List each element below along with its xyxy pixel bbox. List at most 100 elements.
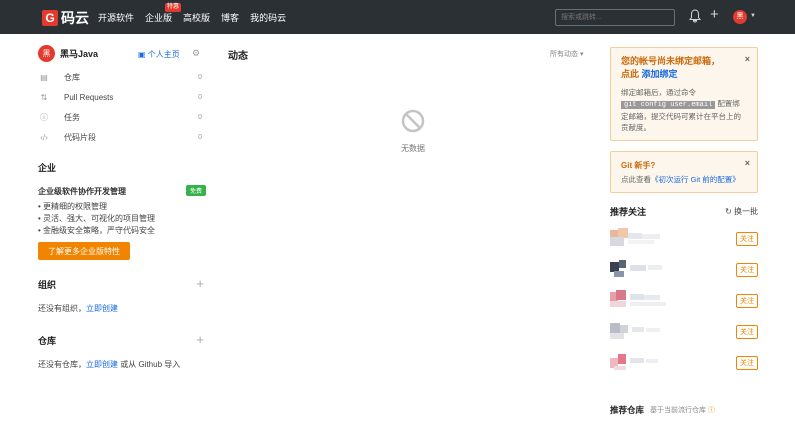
right-panel: × 您的帐号尚未绑定邮箱， 点此 添加绑定 绑定邮箱后，通过命令 git con… — [610, 47, 758, 379]
nav-item-university[interactable]: 高校版 — [183, 11, 210, 24]
git-command-code: git config user.email — [621, 101, 716, 109]
recommend-repos-header: 推荐仓库 基于当前流行仓库 ⓘ — [610, 404, 715, 416]
homepage-label: 个人主页 — [147, 50, 180, 59]
nav-item-blog[interactable]: 博客 — [221, 11, 239, 24]
issue-icon: ⓘ — [40, 112, 48, 122]
activity-title: 动态 — [228, 51, 248, 62]
follow-button[interactable]: 关注 — [736, 325, 758, 339]
close-icon[interactable]: × — [745, 158, 750, 168]
org-empty-prefix: 还没有组织， — [38, 304, 86, 313]
sidebar-item-issues[interactable]: ⓘ 任务 0 — [38, 107, 206, 127]
repo-title: 仓库 — [38, 336, 57, 346]
plus-icon[interactable]: + — [710, 7, 719, 23]
avatar[interactable]: 黑 — [38, 44, 55, 62]
org-title: 组织 — [38, 280, 57, 290]
count-badge: 0 — [198, 133, 202, 141]
close-icon[interactable]: × — [745, 54, 750, 64]
repo-empty-prefix: 还没有仓库， — [38, 360, 86, 369]
learn-enterprise-button[interactable]: 了解更多企业版特性 — [38, 242, 130, 260]
enterprise-section-title: 企业 — [38, 163, 57, 173]
feature-item: • 更精细的权限管理 — [38, 202, 108, 211]
import-github-text[interactable]: 或从 Github 导入 — [118, 360, 180, 369]
refresh-label: 换一批 — [734, 207, 758, 216]
git-notice-body: 点此查看《初次运行 Git 前的配置》 — [621, 174, 747, 185]
user-avatar-top[interactable]: 黑 — [733, 10, 747, 24]
list-item: 关注 — [610, 317, 758, 348]
chevron-down-icon[interactable]: ▼ — [750, 13, 756, 19]
sidebar-item-snippets[interactable]: ‹/› 代码片段 0 — [38, 127, 206, 147]
list-item: 关注 — [610, 255, 758, 286]
git-newbie-notice: × Git 新手? 点此查看《初次运行 Git 前的配置》 — [610, 151, 758, 193]
git-notice-title: Git 新手? — [621, 161, 656, 170]
follow-button[interactable]: 关注 — [736, 263, 758, 277]
refresh-icon: ↻ — [725, 207, 732, 216]
bell-icon[interactable] — [689, 9, 701, 27]
enterprise-features: • 更精细的权限管理 • 灵活、强大、可视化的项目管理 • 金融级安全策略，严守… — [38, 201, 206, 237]
feature-item: • 灵活、强大、可视化的项目管理 — [38, 214, 156, 223]
recommend-repos-subtitle: 基于当前流行仓库 — [650, 407, 707, 414]
homepage-link[interactable]: ▣ 个人主页 — [138, 49, 180, 60]
git-config-guide-link[interactable]: 《初次运行 Git 前的配置》 — [651, 175, 740, 184]
list-item: 关注 — [610, 348, 758, 379]
avatar[interactable] — [610, 352, 670, 372]
no-data-text: 无数据 — [401, 144, 425, 153]
repo-section-title: 仓库 + — [38, 332, 206, 347]
username[interactable]: 黑马Java — [60, 47, 98, 60]
left-sidebar: 黑 黑马Java ▣ 个人主页 ⚙ ▤ 仓库 0 ⇅ Pull Requests… — [38, 43, 206, 370]
promo-badge: 特惠 — [165, 3, 182, 12]
email-bind-notice: × 您的帐号尚未绑定邮箱， 点此 添加绑定 绑定邮箱后，通过命令 git con… — [610, 47, 758, 141]
avatar[interactable] — [610, 228, 670, 248]
nav-item-enterprise[interactable]: 企业版 特惠 — [145, 3, 182, 24]
free-badge: 免费 — [185, 185, 206, 196]
count-badge: 0 — [198, 73, 202, 81]
sidebar-item-repos[interactable]: ▤ 仓库 0 — [38, 67, 206, 87]
book-icon: ▤ — [40, 72, 48, 82]
avatar[interactable] — [610, 321, 670, 341]
follow-button[interactable]: 关注 — [736, 294, 758, 308]
main-nav: 开源软件 企业版 特惠 高校版 博客 我的码云 — [98, 3, 297, 24]
nav-item-enterprise-label: 企业版 — [145, 13, 173, 23]
code-icon: ‹/› — [40, 132, 48, 142]
org-section-title: 组织 + — [38, 276, 206, 291]
notice-body: 绑定邮箱后，通过命令 git config user.email 配置绑定邮箱，… — [621, 87, 747, 133]
activity-filter-dropdown[interactable]: 所有动态 ▾ — [550, 49, 583, 59]
create-org-link[interactable]: 立即创建 — [86, 304, 118, 313]
list-item: 关注 — [610, 224, 758, 255]
sidebar-item-pull-requests[interactable]: ⇅ Pull Requests 0 — [38, 87, 206, 107]
list-item: 关注 — [610, 286, 758, 317]
gear-icon[interactable]: ⚙ — [192, 48, 200, 59]
user-profile-row: 黑 黑马Java ▣ 个人主页 ⚙ — [38, 43, 206, 63]
add-repo-icon[interactable]: + — [196, 332, 204, 347]
create-repo-link[interactable]: 立即创建 — [86, 360, 118, 369]
help-icon[interactable]: ⓘ — [708, 405, 715, 415]
recommend-header: 推荐关注 ↻ 换一批 — [610, 205, 758, 218]
nav-item-open-source[interactable]: 开源软件 — [98, 11, 134, 24]
no-data-icon — [400, 108, 426, 134]
logo-text: 码云 — [61, 10, 89, 26]
add-org-icon[interactable]: + — [196, 276, 204, 291]
sidebar-item-label: 任务 — [64, 112, 80, 122]
avatar[interactable] — [610, 259, 670, 279]
org-empty-text: 还没有组织，立即创建 — [38, 303, 206, 314]
add-email-link[interactable]: 添加绑定 — [642, 69, 678, 79]
follow-button[interactable]: 关注 — [736, 356, 758, 370]
avatar[interactable] — [610, 290, 670, 310]
enterprise-subtitle-text: 企业级软件协作开发管理 — [38, 187, 126, 196]
recommend-title: 推荐关注 — [610, 207, 647, 217]
git-notice-prefix: 点此查看 — [621, 175, 651, 184]
feature-item: • 金融级安全策略，严守代码安全 — [38, 226, 156, 235]
notice-title-prefix: 点此 — [621, 69, 642, 79]
follow-button[interactable]: 关注 — [736, 232, 758, 246]
refresh-button[interactable]: ↻ 换一批 — [725, 206, 758, 217]
search-input[interactable] — [555, 9, 675, 26]
site-logo[interactable]: G 码云 — [42, 8, 89, 28]
enterprise-subtitle: 企业级软件协作开发管理 免费 — [38, 185, 206, 197]
logo-mark-icon: G — [42, 10, 58, 26]
nav-item-my-gitee[interactable]: 我的码云 — [250, 11, 286, 24]
recommend-repos-title: 推荐仓库 — [610, 405, 645, 415]
notice-title: 您的帐号尚未绑定邮箱， 点此 添加绑定 — [621, 55, 747, 81]
repo-empty-text: 还没有仓库，立即创建 或从 Github 导入 — [38, 359, 206, 370]
homepage-icon: ▣ — [138, 50, 146, 59]
sidebar-menu: ▤ 仓库 0 ⇅ Pull Requests 0 ⓘ 任务 0 ‹/› 代码片段… — [38, 67, 206, 147]
sidebar-item-label: 仓库 — [64, 72, 80, 82]
